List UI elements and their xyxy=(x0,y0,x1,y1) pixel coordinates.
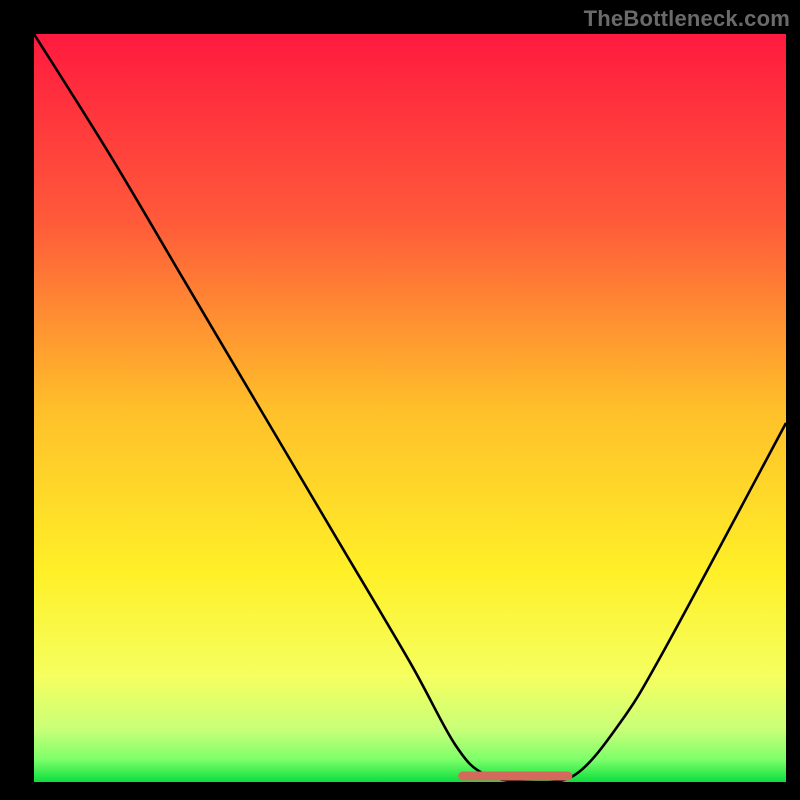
chart-frame: TheBottleneck.com xyxy=(0,0,800,800)
plot-background xyxy=(34,34,786,782)
watermark-text: TheBottleneck.com xyxy=(584,6,790,32)
bottleneck-chart xyxy=(0,0,800,800)
